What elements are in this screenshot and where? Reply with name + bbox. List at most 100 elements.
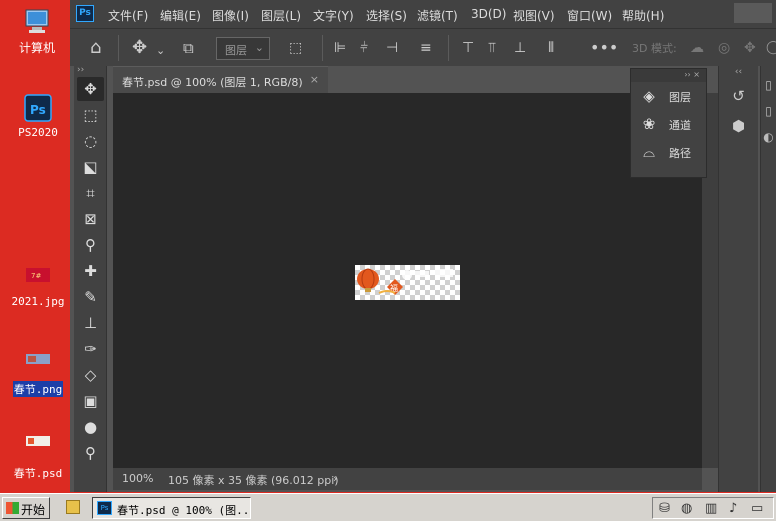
more-options-icon[interactable]: ••• [590, 38, 618, 58]
paths-icon: ⌓ [643, 143, 655, 161]
tray-network-icon[interactable]: ⛁ [659, 501, 670, 516]
desktop-icon-ps2020[interactable]: Ps PS2020 [4, 93, 72, 139]
desktop-icon-2021-jpg[interactable]: 7# 2021.jpg [4, 262, 72, 308]
document-tab-title: 春节.psd @ 100% (图层 1, RGB/8) [122, 76, 303, 89]
collapse-toolbar-icon[interactable]: ›› [74, 66, 106, 75]
chevron-down-icon[interactable]: ⌄ [156, 41, 165, 61]
properties-icon[interactable]: ▯ [761, 78, 776, 92]
right-dock-icons: ‹‹ ↺ ⬢ [718, 66, 758, 492]
options-bar: ⌂ ✥ ⌄ ⧉ 图层 ⌄ ⬚ ⊫ ⫩ ⊣ ≡ ⊤ ⫪ ⊥ ⦀ ••• 3D 模式… [70, 28, 776, 66]
brush-tool-icon[interactable]: ✎ [77, 285, 104, 309]
desktop-icon-chunjie-png[interactable]: 春节.png [4, 348, 72, 397]
align-vcenter-icon[interactable]: ⫪ [488, 38, 496, 58]
transform-controls-icon[interactable]: ⬚ [289, 38, 302, 58]
close-tab-icon[interactable]: × [310, 73, 319, 86]
desktop-icon-chunjie-psd[interactable]: 春节.psd [4, 432, 72, 481]
align-top-icon[interactable]: ⊤ [462, 38, 474, 58]
menu-help[interactable]: 帮助(H) [622, 7, 664, 24]
panel-item-layers[interactable]: ◈ 图层 [631, 82, 706, 110]
3d-panel-icon[interactable]: ⬢ [726, 114, 752, 138]
tools-panel: ›› ✥ ⬚ ◌ ⬕ ⌗ ⊠ ⚲ ✚ ✎ ⊥ ✑ ◇ ▣ ● ⚲ [74, 66, 107, 492]
distribute-icon[interactable]: ≡ [420, 38, 432, 58]
start-button[interactable]: 开始 [2, 497, 50, 519]
channels-icon: ❀ [642, 115, 656, 133]
photoshop-icon: Ps [97, 501, 112, 515]
menu-view[interactable]: 视图(V) [513, 7, 555, 24]
document-artwork[interactable]: 福 [355, 265, 460, 300]
eyedropper-tool-icon[interactable]: ⚲ [77, 233, 104, 257]
3d-pan-icon[interactable]: ✥ [744, 38, 756, 58]
align-left-icon[interactable]: ⊫ [334, 38, 346, 58]
panel-item-label: 图层 [669, 91, 691, 104]
tray-volume-icon[interactable]: ♪ [729, 501, 737, 516]
3d-orbit-icon[interactable]: ☁ [690, 38, 704, 58]
align-right-icon[interactable]: ⊣ [386, 38, 398, 58]
menu-3d[interactable]: 3D(D) [471, 7, 506, 21]
image-file-icon: 7# [23, 262, 53, 292]
menu-image[interactable]: 图像(I) [212, 7, 249, 24]
object-selection-tool-icon[interactable]: ⬕ [77, 155, 104, 179]
divider [118, 35, 119, 61]
3d-mode-label: 3D 模式: [632, 42, 677, 55]
3d-slide-icon[interactable]: ◯ [766, 38, 776, 58]
healing-brush-tool-icon[interactable]: ✚ [77, 259, 104, 283]
crop-tool-icon[interactable]: ⌗ [77, 181, 104, 205]
auto-select-icon[interactable]: ⧉ [183, 38, 194, 58]
distribute-vertical-icon[interactable]: ⦀ [548, 38, 554, 58]
panel-header[interactable]: ›› × [631, 69, 706, 82]
menu-layer[interactable]: 图层(L) [261, 7, 301, 24]
zoom-level[interactable]: 100% [122, 472, 153, 485]
layers-icon: ◈ [643, 87, 655, 105]
menu-edit[interactable]: 编辑(E) [160, 7, 201, 24]
menu-type[interactable]: 文字(Y) [313, 7, 354, 24]
chevron-down-icon: ⌄ [254, 41, 264, 54]
svg-text:7#: 7# [31, 272, 41, 280]
explorer-quicklaunch-icon[interactable] [66, 500, 80, 514]
tray-shield-icon[interactable]: ◍ [681, 501, 692, 516]
align-bottom-icon[interactable]: ⊥ [514, 38, 526, 58]
home-icon[interactable]: ⌂ [90, 38, 101, 58]
psd-file-icon [23, 432, 53, 462]
menu-filter[interactable]: 滤镜(T) [417, 7, 458, 24]
eraser-tool-icon[interactable]: ◇ [77, 363, 104, 387]
history-brush-tool-icon[interactable]: ✑ [77, 337, 104, 361]
panel-item-label: 路径 [669, 147, 691, 160]
document-info: 105 像素 x 35 像素 (96.012 ppi) [168, 474, 339, 487]
adjustments-icon[interactable]: ◐ [761, 130, 776, 144]
auto-select-dropdown[interactable]: 图层 ⌄ [216, 37, 270, 60]
desktop-icon-computer[interactable]: 计算机 [3, 6, 71, 56]
history-icon[interactable]: ↺ [726, 84, 752, 108]
photoshop-logo: Ps [76, 5, 94, 22]
svg-text:Ps: Ps [30, 103, 46, 117]
clone-stamp-tool-icon[interactable]: ⊥ [77, 311, 104, 335]
canvas-area[interactable]: 福 [113, 93, 702, 468]
frame-tool-icon[interactable]: ⊠ [77, 207, 104, 231]
desktop-icon-label: 计算机 [18, 41, 55, 55]
document-tab[interactable]: 春节.psd @ 100% (图层 1, RGB/8) × [113, 66, 328, 93]
status-bar: 100% 105 像素 x 35 像素 (96.012 ppi) › [113, 468, 702, 490]
collapse-dock-icon[interactable]: ‹‹ [719, 66, 758, 78]
lasso-tool-icon[interactable]: ◌ [77, 129, 104, 153]
menu-select[interactable]: 选择(S) [366, 7, 407, 24]
photoshop-window: Ps 文件(F) 编辑(E) 图像(I) 图层(L) 文字(Y) 选择(S) 滤… [70, 0, 776, 492]
taskbar-button-photoshop[interactable]: Ps 春节.psd @ 100% (图... [92, 497, 251, 519]
tray-device-icon[interactable]: ▥ [705, 501, 717, 516]
dodge-tool-icon[interactable]: ⚲ [77, 441, 104, 465]
blur-tool-icon[interactable]: ● [77, 415, 104, 439]
menu-file[interactable]: 文件(F) [108, 7, 148, 24]
status-arrow-icon[interactable]: › [333, 472, 337, 485]
gradient-tool-icon[interactable]: ▣ [77, 389, 104, 413]
panel-item-channels[interactable]: ❀ 通道 [631, 110, 706, 138]
window-controls[interactable] [734, 3, 772, 23]
panel-item-paths[interactable]: ⌓ 路径 [631, 138, 706, 166]
tray-display-icon[interactable]: ▭ [751, 501, 763, 516]
align-hcenter-icon[interactable]: ⫩ [360, 38, 368, 58]
panel-item-label: 通道 [669, 119, 691, 132]
move-tool-icon[interactable]: ✥ [77, 77, 104, 101]
move-tool-icon[interactable]: ✥ [132, 38, 147, 58]
menu-window[interactable]: 窗口(W) [567, 7, 612, 24]
taskbar-button-label: 春节.psd @ 100% (图... [117, 504, 251, 517]
libraries-icon[interactable]: ▯ [761, 104, 776, 118]
marquee-tool-icon[interactable]: ⬚ [77, 103, 104, 127]
3d-roll-icon[interactable]: ◎ [718, 38, 730, 58]
